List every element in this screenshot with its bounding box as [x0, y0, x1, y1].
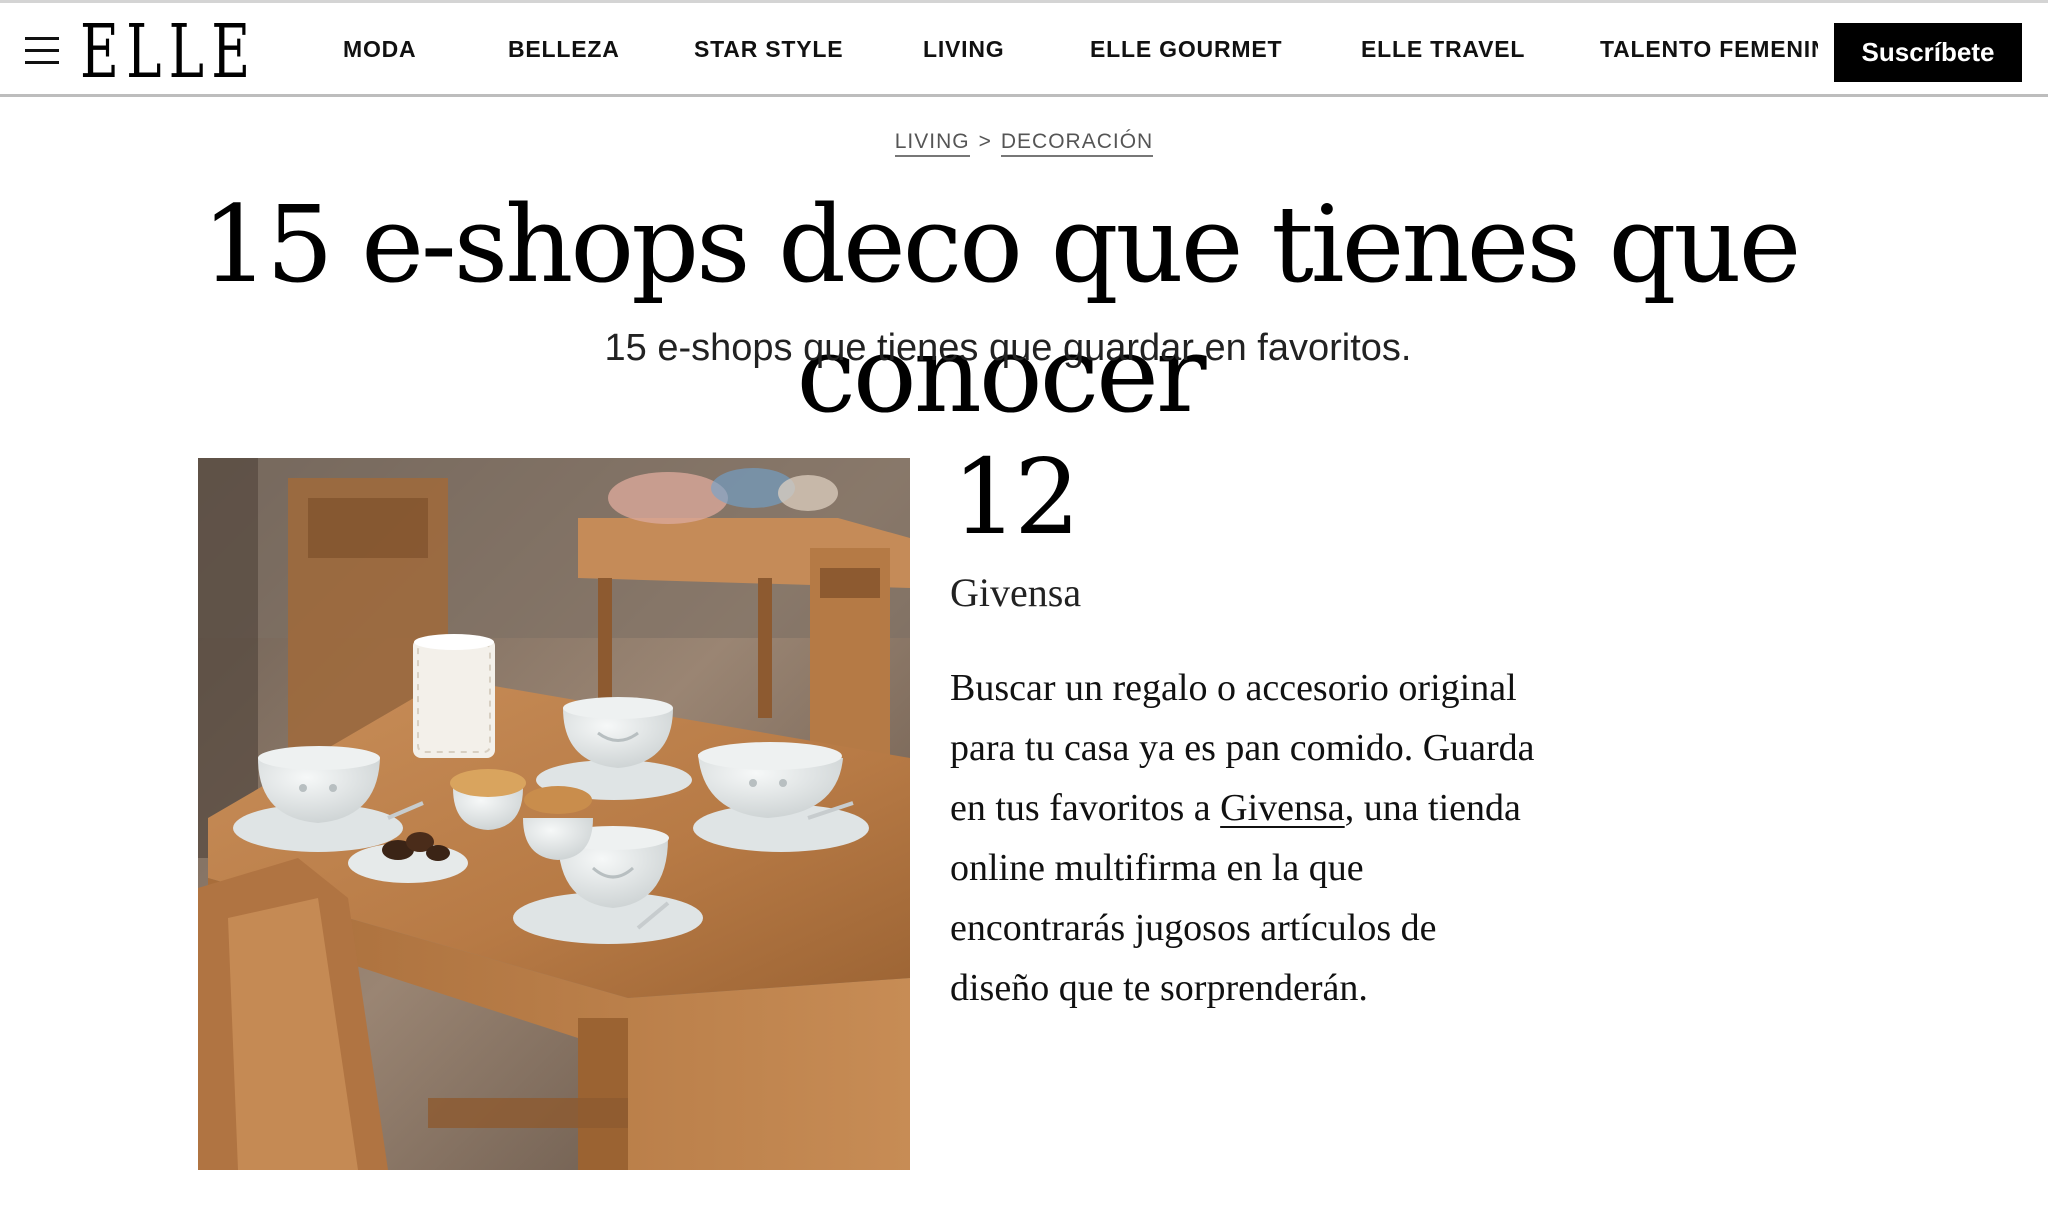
hamburger-menu-icon[interactable] — [25, 37, 59, 65]
subscribe-button[interactable]: Suscríbete — [1834, 23, 2022, 82]
description-line: para tu casa ya es pan comido. Guarda — [950, 727, 1535, 769]
item-name: Givensa — [950, 570, 1082, 615]
description-line-text: , una tienda — [1344, 787, 1521, 829]
page-title: 15 e-shops deco que tienes que conocer — [201, 183, 1802, 436]
nav-item-living[interactable]: LIVING — [923, 36, 1004, 63]
description-line-text: en tus favoritos a — [950, 787, 1221, 829]
description-line: en tus favoritos a Givensa, una tienda — [950, 778, 1670, 838]
description-line: online multifirma en la que — [950, 847, 1364, 889]
item-description: Buscar un regalo o accesorio original pa… — [950, 658, 1670, 1018]
description-line: encontrarás jugosos artículos de — [950, 907, 1437, 949]
elle-logo[interactable]: ELLE — [80, 9, 257, 95]
description-line: diseño que te sorprenderán. — [950, 967, 1368, 1009]
page-subtitle: 15 e-shops que tienes que guardar en fav… — [604, 327, 1412, 369]
breadcrumb-separator: > — [978, 130, 992, 153]
description-line: Buscar un regalo o accesorio original — [950, 667, 1517, 709]
item-photo — [198, 458, 910, 1170]
nav-item-elle-travel[interactable]: ELLE TRAVEL — [1361, 36, 1525, 63]
breadcrumb: LIVING > DECORACIÓN — [0, 130, 2048, 157]
cups-on-table-image — [198, 458, 910, 1170]
nav-item-star-style[interactable]: STAR STYLE — [694, 36, 843, 63]
item-number: 12 — [952, 436, 1080, 558]
nav-overflow-clip: TALENTO FEMENINO — [1600, 33, 1818, 69]
nav-item-elle-gourmet[interactable]: ELLE GOURMET — [1090, 36, 1282, 63]
givensa-link[interactable]: Givensa — [1220, 787, 1345, 829]
nav-item-talento-femenino[interactable]: TALENTO FEMENINO — [1600, 36, 1818, 63]
breadcrumb-decoracion-link[interactable]: DECORACIÓN — [1000, 130, 1154, 157]
breadcrumb-living-link[interactable]: LIVING — [894, 130, 970, 157]
site-header: ELLE MODA BELLEZA STAR STYLE LIVING ELLE… — [0, 0, 2048, 97]
nav-item-moda[interactable]: MODA — [343, 36, 416, 63]
nav-item-belleza[interactable]: BELLEZA — [508, 36, 620, 63]
